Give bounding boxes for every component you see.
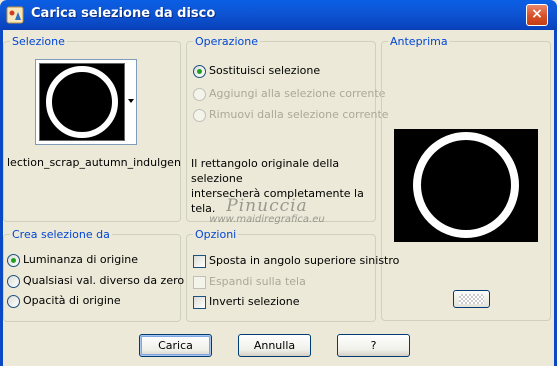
- radio-label: Opacità di origine: [23, 294, 121, 307]
- radio-button[interactable]: [7, 275, 20, 288]
- checker-icon: [459, 294, 484, 304]
- radio-button-checked[interactable]: [193, 65, 206, 78]
- radio-button-checked[interactable]: [7, 254, 20, 267]
- checkbox-disabled[interactable]: [193, 276, 206, 289]
- crea-selezione-legend: Crea selezione da: [10, 228, 112, 241]
- info-line-1: Il rettangolo originale della selezione: [191, 157, 340, 185]
- selection-picker[interactable]: [35, 59, 137, 145]
- checkbox-label: Espandi sulla tela: [209, 275, 306, 288]
- selection-thumbnail: [39, 63, 125, 141]
- radio-button-disabled[interactable]: [193, 88, 206, 101]
- selection-circle-icon: [46, 66, 118, 138]
- preview-circle-icon: [413, 132, 519, 238]
- info-line-2: intersecherà completamente la tela.: [191, 187, 364, 215]
- checkbox-label: Inverti selezione: [209, 295, 300, 308]
- radio-label: Aggiungi alla selezione corrente: [209, 87, 386, 100]
- radio-button-disabled[interactable]: [193, 109, 206, 122]
- preview-zoom-button[interactable]: [453, 290, 490, 308]
- radio-label: Qualsiasi val. diverso da zero: [23, 274, 185, 287]
- annulla-button[interactable]: Annulla: [238, 334, 311, 357]
- checkbox[interactable]: [193, 296, 206, 309]
- opzioni-legend: Opzioni: [193, 228, 239, 241]
- carica-button[interactable]: Carica: [139, 334, 212, 357]
- help-button[interactable]: ?: [337, 334, 410, 357]
- intersection-info: Il rettangolo originale della selezione …: [191, 156, 371, 216]
- radio-label: Sostituisci selezione: [209, 64, 321, 77]
- radio-label: Luminanza di origine: [23, 253, 138, 266]
- anteprima-legend: Anteprima: [388, 35, 450, 48]
- close-button[interactable]: ×: [526, 4, 548, 26]
- operazione-legend: Operazione: [193, 35, 260, 48]
- checkbox[interactable]: [193, 255, 206, 268]
- radio-label: Rimuovi dalla selezione corrente: [209, 108, 389, 121]
- chevron-down-icon[interactable]: [127, 98, 135, 104]
- checkbox-label: Sposta in angolo superiore sinistro: [209, 254, 400, 267]
- preview-image: [394, 129, 538, 242]
- selection-name: lection_scrap_autumn_indulgen: [7, 156, 181, 169]
- window-title: Carica selezione da disco: [31, 6, 216, 21]
- app-icon: [6, 6, 24, 24]
- radio-button[interactable]: [7, 295, 20, 308]
- title-bar: Carica selezione da disco ×: [0, 0, 557, 30]
- selezione-legend: Selezione: [10, 35, 67, 48]
